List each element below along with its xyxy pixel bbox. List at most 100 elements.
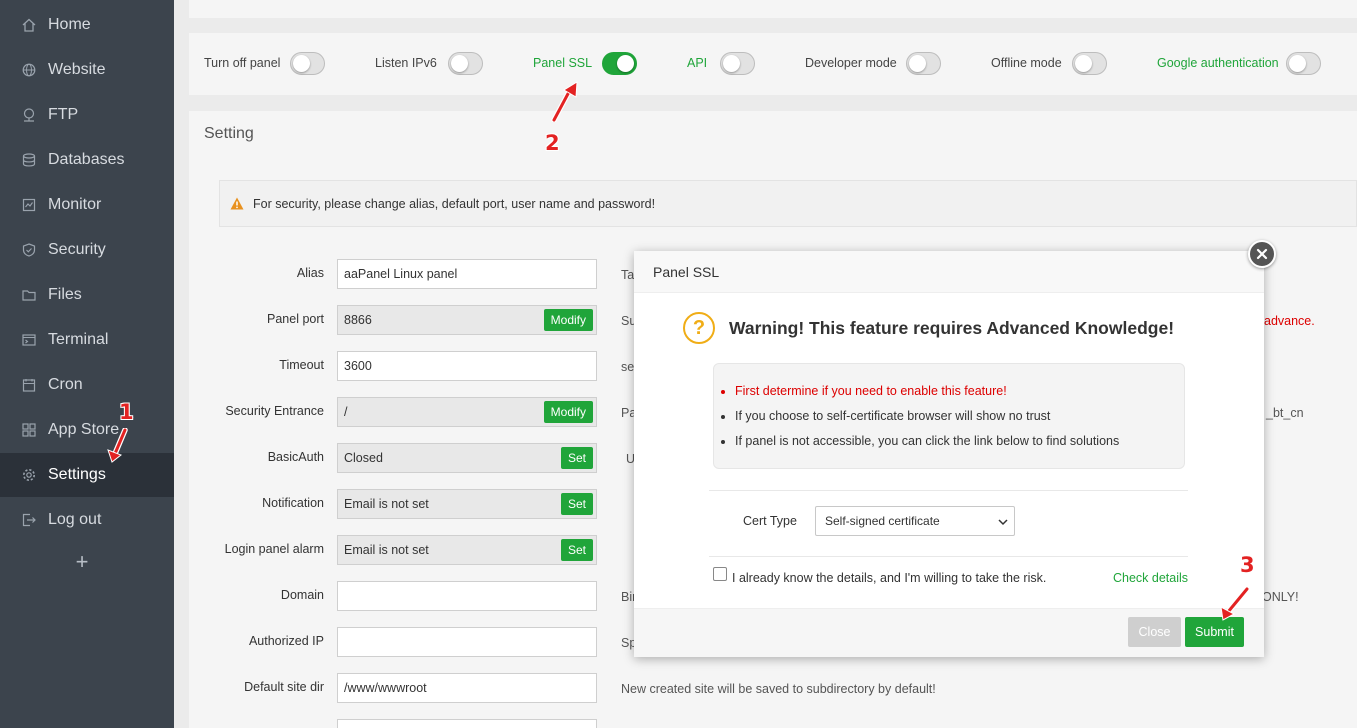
divider (709, 556, 1188, 557)
alias-desc: Ta (621, 268, 635, 282)
notification-set-button[interactable]: Set (560, 493, 593, 515)
close-button[interactable]: Close (1128, 617, 1181, 647)
toggle-label-turn-off-panel: Turn off panel (204, 56, 281, 70)
agree-checkbox[interactable] (713, 567, 727, 581)
warning-icon (230, 197, 244, 210)
sidebar-item-cron[interactable]: Cron (0, 363, 174, 407)
toggle-google-authentication[interactable] (1286, 52, 1321, 75)
sidebar-item-label: Terminal (48, 331, 109, 348)
home-icon (22, 18, 36, 32)
security-alert: For security, please change alias, defau… (219, 180, 1357, 227)
field-label-notification: Notification (262, 496, 324, 510)
panel-port-value: 8866 (344, 313, 372, 327)
field-label-authorized-ip: Authorized IP (248, 634, 324, 648)
timeout-desc: se (621, 360, 635, 374)
notice-item: If you choose to self-certificate browse… (720, 409, 1051, 423)
question-icon: ? (683, 312, 715, 344)
notice-item: First determine if you need to enable th… (721, 384, 1007, 398)
chevron-down-icon (998, 519, 1008, 526)
panel-port-modify-button[interactable]: Modify (543, 309, 593, 331)
sidebar-item-databases[interactable]: Databases (0, 138, 174, 182)
step-number-3: 3 (1240, 553, 1255, 577)
security-entrance-modify-button[interactable]: Modify (543, 401, 593, 423)
sidebar-item-label: Monitor (48, 196, 102, 213)
top-panel-strip (189, 0, 1357, 18)
sidebar-item-label: Home (48, 16, 91, 33)
sidebar-item-website[interactable]: Website (0, 48, 174, 92)
cert-type-value: Self-signed certificate (825, 514, 940, 528)
next-field-input[interactable] (337, 719, 597, 728)
modal-title: Panel SSL (634, 251, 1264, 293)
toggle-label-developer-mode: Developer mode (805, 56, 897, 70)
sidebar-item-files[interactable]: Files (0, 273, 174, 317)
field-label-alias: Alias (296, 266, 324, 280)
notification-input[interactable]: Email is not set Set (337, 489, 597, 519)
toggle-api[interactable] (720, 52, 755, 75)
step-number-1: 1 (119, 400, 134, 424)
login-panel-alarm-value: Email is not set (344, 543, 429, 557)
modal-warning-title: Warning! This feature requires Advanced … (729, 318, 1175, 338)
database-icon (22, 153, 36, 167)
basicauth-set-button[interactable]: Set (560, 447, 593, 469)
alias-input[interactable]: aaPanel Linux panel (337, 259, 597, 289)
security-entrance-input[interactable]: / Modify (337, 397, 597, 427)
toggle-label-panel-ssl: Panel SSL (533, 56, 593, 70)
login-panel-alarm-set-button[interactable]: Set (560, 539, 593, 561)
sidebar-item-security[interactable]: Security (0, 228, 174, 272)
step-number-2: 2 (545, 131, 560, 155)
sidebar-item-settings[interactable]: Settings (0, 453, 174, 497)
sidebar-item-monitor[interactable]: Monitor (0, 183, 174, 227)
divider (709, 490, 1188, 491)
field-label-timeout: Timeout (279, 358, 324, 372)
globe-icon (22, 63, 36, 77)
sidebar: Home Website FTP Databases Monitor Secur… (0, 0, 174, 728)
toggle-turn-off-panel[interactable] (290, 52, 325, 75)
toggle-label-google-authentication: Google authentication (1157, 56, 1279, 70)
toggle-developer-mode[interactable] (906, 52, 941, 75)
add-button[interactable]: + (72, 551, 92, 573)
sidebar-item-label: Files (48, 286, 82, 303)
basicauth-value: Closed (344, 451, 383, 465)
folder-icon (22, 288, 36, 302)
toggle-offline-mode[interactable] (1072, 52, 1107, 75)
modal-close-button[interactable] (1248, 240, 1276, 268)
security-entrance-desc-right: _bt_cn (1266, 406, 1304, 420)
sidebar-item-logout[interactable]: Log out (0, 498, 174, 542)
domain-desc-right: ONLY! (1262, 590, 1299, 604)
submit-button[interactable]: Submit (1185, 617, 1244, 647)
basicauth-input[interactable]: Closed Set (337, 443, 597, 473)
gear-icon (22, 468, 36, 482)
alert-text: For security, please change alias, defau… (253, 196, 656, 211)
sidebar-item-label: Website (48, 61, 106, 78)
field-label-login-panel-alarm: Login panel alarm (224, 542, 324, 556)
field-label-default-site-dir: Default site dir (244, 680, 324, 694)
sidebar-item-label: Databases (48, 151, 125, 168)
sidebar-item-ftp[interactable]: FTP (0, 93, 174, 137)
field-label-basicauth: BasicAuth (267, 450, 324, 464)
ftp-icon (22, 108, 36, 122)
toggle-panel-ssl[interactable] (602, 52, 637, 75)
setting-title: Setting (204, 125, 254, 142)
sidebar-item-label: Cron (48, 376, 83, 393)
cert-type-select[interactable]: Self-signed certificate (815, 506, 1015, 536)
toggle-label-offline-mode: Offline mode (991, 56, 1062, 70)
timeout-input[interactable]: 3600 (337, 351, 597, 381)
login-panel-alarm-input[interactable]: Email is not set Set (337, 535, 597, 565)
notification-value: Email is not set (344, 497, 429, 511)
sidebar-item-app-store[interactable]: App Store (0, 408, 174, 452)
domain-input[interactable] (337, 581, 597, 611)
shield-icon (22, 243, 36, 257)
sidebar-item-label: Security (48, 241, 106, 258)
toggle-listen-ipv6[interactable] (448, 52, 483, 75)
default-site-dir-input[interactable]: /www/wwwroot (337, 673, 597, 703)
logout-icon (22, 513, 36, 527)
field-label-panel-port: Panel port (267, 312, 324, 326)
sidebar-item-home[interactable]: Home (0, 3, 174, 47)
sidebar-item-terminal[interactable]: Terminal (0, 318, 174, 362)
authorized-ip-input[interactable] (337, 627, 597, 657)
field-label-security-entrance: Security Entrance (225, 404, 324, 418)
panel-port-desc-right: advance. (1264, 314, 1315, 328)
check-details-link[interactable]: Check details (1113, 571, 1188, 585)
panel-port-input[interactable]: 8866 Modify (337, 305, 597, 335)
toggle-label-listen-ipv6: Listen IPv6 (375, 56, 437, 70)
